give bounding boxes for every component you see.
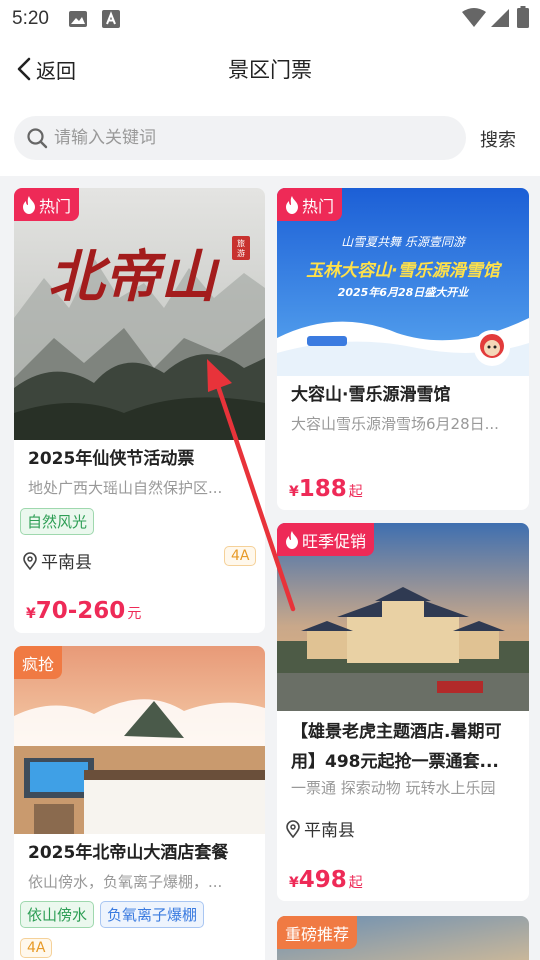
tag: 依山傍水: [20, 901, 95, 928]
tag: 负氧离子爆棚: [100, 901, 205, 928]
badge-label: 热门: [39, 196, 72, 216]
badge-label: 热门: [302, 196, 335, 216]
badge-hot: 热门: [14, 188, 80, 221]
badge-flash: 疯抢: [14, 646, 63, 679]
product-card[interactable]: 旺季促销 【雄景老虎主题酒店.暑期可用】498元起抢一票通套... 一票通 探索…: [277, 523, 529, 901]
tag: 自然风光: [20, 508, 95, 535]
level-tag-wrap: 4A: [224, 546, 257, 566]
logo-seal-line1: 旅: [237, 238, 245, 248]
price-unit: 起: [348, 484, 363, 500]
price: ¥ 188 起: [289, 476, 363, 502]
location-label: 平南县: [304, 821, 355, 841]
product-card[interactable]: 山雪夏共舞 乐源壹同游 玉林大容山·雪乐源滑雪馆 2025年6月28日盛大开业 …: [277, 188, 529, 510]
card-subtitle: 依山傍水，负氧离子爆棚，...: [28, 873, 223, 891]
card-title: 2025年北帝山大酒店套餐: [28, 843, 229, 863]
level-tag-wrap: 4A: [20, 938, 53, 958]
card-image-beidishan: 旅 游 北帝山: [14, 188, 265, 440]
price-value: 70-260: [35, 598, 126, 624]
search-box[interactable]: [14, 116, 466, 160]
search-area: 搜索: [0, 100, 540, 176]
price-value: 498: [298, 867, 347, 893]
wifi-icon: [462, 8, 486, 28]
price-currency: ¥: [289, 875, 299, 891]
price: ¥ 70-260 元: [26, 598, 141, 624]
badge-promo: 旺季促销: [277, 523, 375, 556]
card-subtitle: 一票通 探索动物 玩转水上乐园: [291, 779, 496, 797]
location-pin-icon: [22, 551, 38, 570]
badge-label: 旺季促销: [302, 531, 367, 551]
location: 平南县: [22, 548, 92, 573]
price-unit: 元: [127, 606, 142, 622]
badge-label: 疯抢: [22, 654, 55, 674]
flame-icon: [285, 195, 299, 214]
flame-icon: [22, 195, 36, 214]
product-card[interactable]: 疯抢 2025年北帝山大酒店套餐 依山傍水，负氧离子爆棚，... 依山傍水 负氧…: [14, 646, 265, 960]
product-card[interactable]: 旅 游 北帝山 热门 2025年仙侠节活动票 地处广西大瑶山自然保护区... 自…: [14, 188, 265, 633]
card-title: 大容山·雪乐源滑雪馆: [291, 385, 451, 405]
price-unit: 起: [348, 875, 363, 891]
tag-list: 依山傍水 负氧离子爆棚: [20, 901, 205, 928]
level-tag: 4A: [20, 938, 53, 958]
page-title: 景区门票: [228, 58, 312, 82]
search-icon: [26, 127, 48, 149]
nav-bar: 返回 景区门票: [0, 38, 540, 100]
price-currency: ¥: [26, 606, 36, 622]
status-time: 5:20: [12, 8, 49, 29]
gallery-icon: [68, 10, 88, 28]
price-currency: ¥: [289, 484, 299, 500]
banner-line2: 玉林大容山·雪乐源滑雪馆: [306, 261, 502, 281]
badge-label: 重磅推荐: [285, 924, 350, 944]
banner-line1: 山雪夏共舞 乐源壹同游: [341, 235, 467, 249]
level-tag: 4A: [224, 546, 257, 566]
card-subtitle: 大容山雪乐源滑雪场6月28日...: [291, 415, 499, 433]
price: ¥ 498 起: [289, 867, 363, 893]
badge-recommended: 重磅推荐: [277, 916, 358, 949]
card-subtitle: 地处广西大瑶山自然保护区...: [28, 479, 223, 497]
location-label: 平南县: [41, 553, 92, 573]
badge-hot: 热门: [277, 188, 343, 221]
price-value: 188: [298, 476, 347, 502]
location: 平南县: [285, 816, 355, 841]
tag-list: 自然风光: [20, 508, 95, 535]
font-a-icon: [102, 10, 120, 28]
battery-icon: [517, 6, 529, 28]
search-button[interactable]: 搜索: [480, 126, 516, 152]
banner-line3: 2025年6月28日盛大开业: [338, 286, 471, 299]
signal-icon: [490, 8, 510, 28]
product-card[interactable]: 重磅推荐: [277, 916, 529, 960]
flame-icon: [285, 530, 299, 549]
search-input[interactable]: [54, 128, 434, 148]
card-title: 2025年仙侠节活动票: [28, 449, 195, 469]
status-bar: 5:20: [0, 0, 540, 38]
card-title: 【雄景老虎主题酒店.暑期可用】498元起抢一票通套...: [291, 722, 502, 772]
logo-text-beidishan: 北帝山: [48, 244, 220, 310]
location-pin-icon: [285, 819, 301, 838]
logo-seal-line2: 游: [237, 248, 245, 258]
